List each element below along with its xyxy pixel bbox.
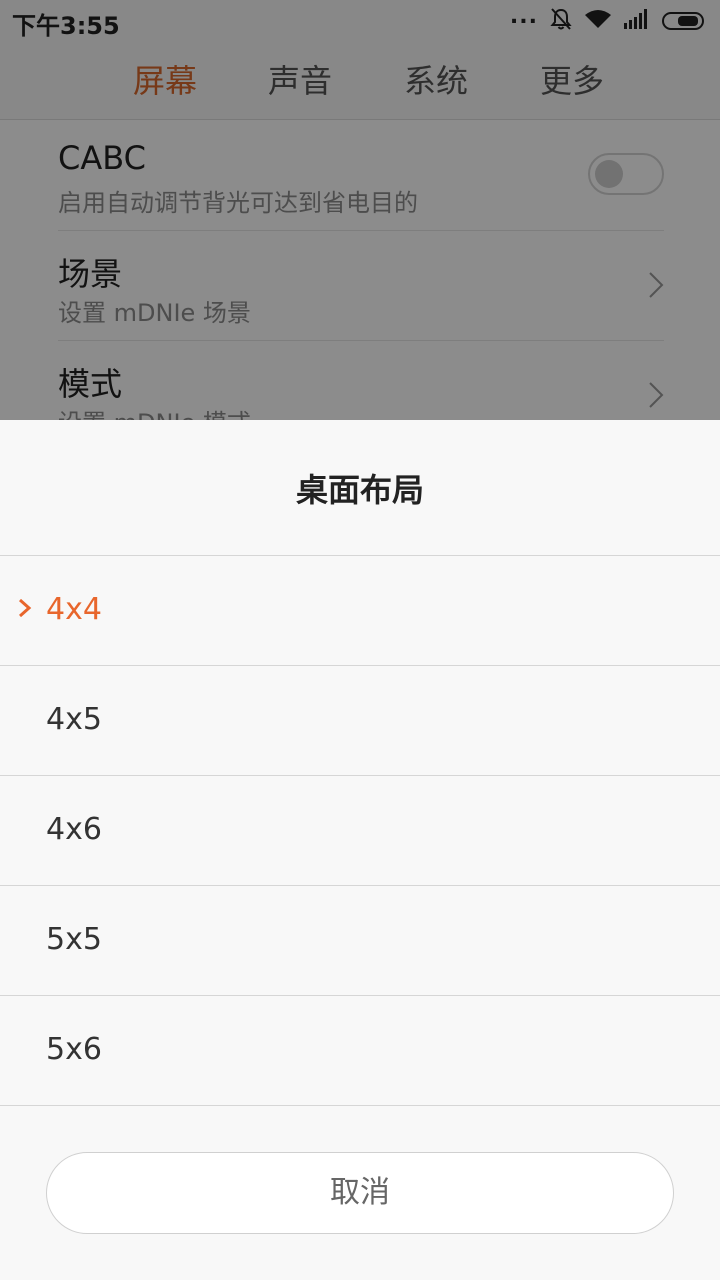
layout-dialog: 桌面布局 4x4 4x5 4x6 5x5 5x6 取消 — [0, 420, 720, 1280]
option-4x6[interactable]: 4x6 — [0, 776, 720, 886]
option-label: 4x4 — [46, 592, 102, 627]
option-label: 5x6 — [46, 1032, 102, 1067]
option-label: 5x5 — [46, 922, 102, 957]
dialog-title: 桌面布局 — [0, 420, 720, 556]
option-label: 4x6 — [46, 812, 102, 847]
option-label: 4x5 — [46, 702, 102, 737]
option-5x6[interactable]: 5x6 — [0, 996, 720, 1106]
option-5x5[interactable]: 5x5 — [0, 886, 720, 996]
option-4x5[interactable]: 4x5 — [0, 666, 720, 776]
modal-overlay[interactable] — [0, 0, 720, 420]
option-4x4[interactable]: 4x4 — [0, 556, 720, 666]
cancel-button[interactable]: 取消 — [46, 1152, 674, 1234]
selected-chevron-icon — [18, 598, 32, 622]
